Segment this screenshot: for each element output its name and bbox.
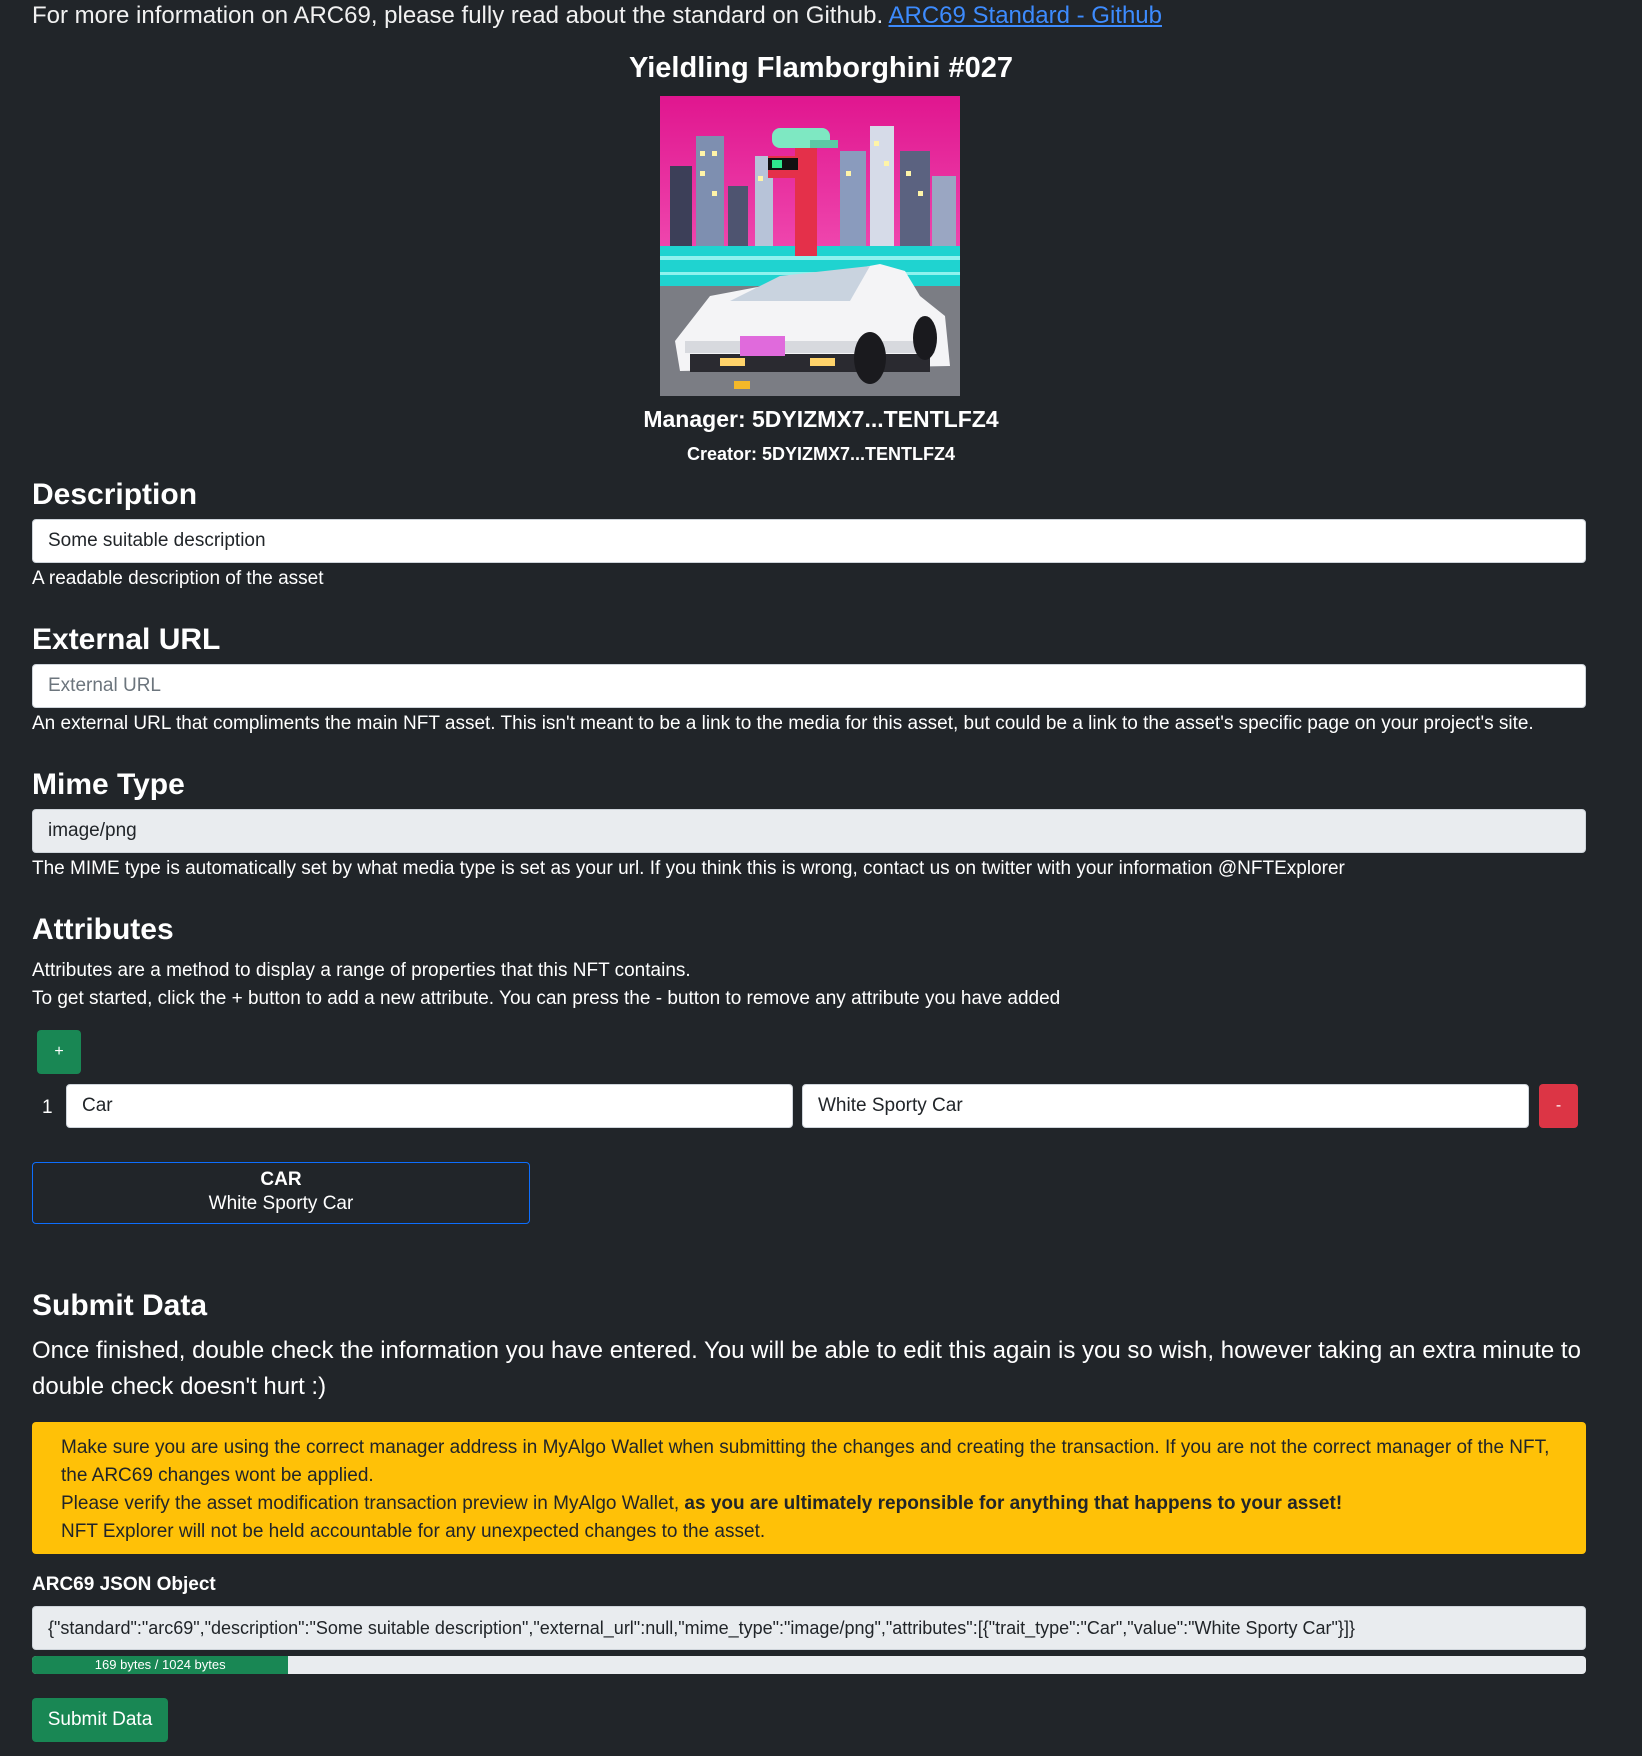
description-input[interactable]: Some suitable description — [32, 519, 1586, 563]
json-output-field: {"standard":"arc69","description":"Some … — [32, 1606, 1586, 1650]
attribute-index: 1 — [42, 1097, 53, 1118]
submit-heading: Submit Data — [32, 1289, 208, 1322]
alert-line-2-text: Please verify the asset modification tra… — [61, 1493, 680, 1514]
mime-type-input: image/png — [32, 809, 1586, 853]
remove-attribute-button[interactable]: - — [1539, 1084, 1578, 1128]
nft-title: Yieldling Flamborghini #027 — [628, 52, 1014, 84]
alert-line-2: Please verify the asset modification tra… — [61, 1490, 1557, 1518]
attribute-card-trait: CAR — [260, 1169, 302, 1190]
manager-address: Manager: 5DYIZMX7...TENTLFZ4 — [643, 406, 999, 432]
attributes-heading: Attributes — [32, 913, 174, 946]
submit-data-button[interactable]: Submit Data — [32, 1698, 168, 1742]
alert-line-1: Make sure you are using the correct mana… — [61, 1437, 1550, 1486]
external-url-help: An external URL that compliments the mai… — [32, 713, 1534, 734]
intro-text: For more information on ARC69, please fu… — [32, 2, 1162, 30]
attribute-trait-input[interactable]: Car — [66, 1084, 793, 1128]
warning-alert: Make sure you are using the correct mana… — [32, 1422, 1586, 1554]
creator-address: Creator: 5DYIZMX7...TENTLFZ4 — [686, 444, 956, 464]
mime-type-heading: Mime Type — [32, 768, 185, 801]
external-url-heading: External URL — [32, 623, 221, 656]
alert-line-2-bold: as you are ultimately reponsible for any… — [684, 1493, 1343, 1514]
external-url-input[interactable]: External URL — [32, 664, 1586, 708]
attribute-card: CAR White Sporty Car — [32, 1162, 530, 1224]
attributes-desc-line1: Attributes are a method to display a ran… — [32, 960, 691, 981]
byte-size-progress-bar: 169 bytes / 1024 bytes — [32, 1656, 289, 1674]
nft-image — [660, 96, 960, 396]
json-label: ARC69 JSON Object — [32, 1574, 216, 1595]
alert-line-3: NFT Explorer will not be held accountabl… — [61, 1521, 766, 1542]
attribute-value-input[interactable]: White Sporty Car — [802, 1084, 1529, 1128]
description-help: A readable description of the asset — [32, 568, 324, 589]
description-heading: Description — [32, 478, 198, 511]
add-attribute-button[interactable]: + — [37, 1030, 81, 1074]
intro-sentence: For more information on ARC69, please fu… — [32, 2, 884, 29]
byte-size-progress: 169 bytes / 1024 bytes — [32, 1656, 1586, 1674]
attributes-desc-line2: To get started, click the + button to ad… — [32, 988, 1061, 1009]
arc69-github-link[interactable]: ARC69 Standard - Github — [889, 2, 1162, 29]
attribute-card-value: White Sporty Car — [208, 1193, 354, 1214]
mime-type-help: The MIME type is automatically set by wh… — [32, 858, 1345, 879]
submit-lead: Once finished, double check the informat… — [32, 1337, 1581, 1400]
